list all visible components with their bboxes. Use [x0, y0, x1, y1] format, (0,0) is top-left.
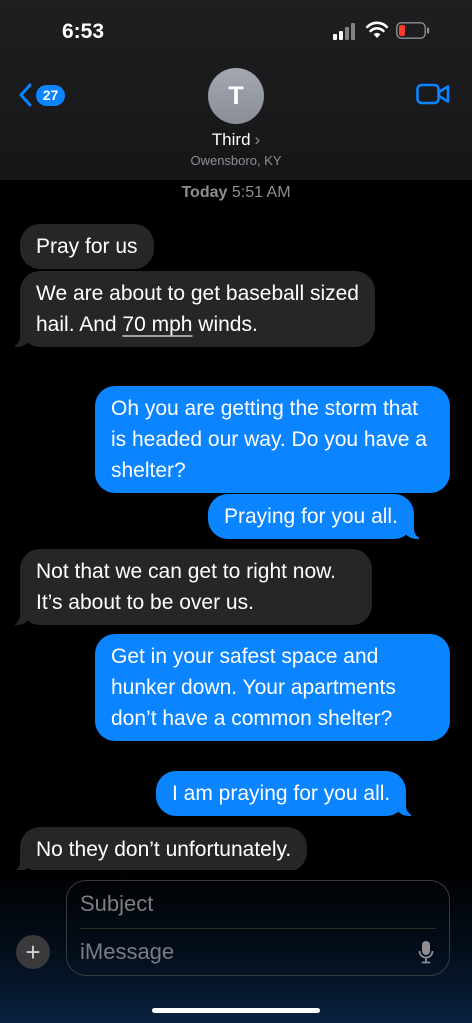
- contact-avatar[interactable]: T: [208, 68, 264, 124]
- message-text: No they don’t unfortunately.: [36, 838, 292, 861]
- outgoing-message[interactable]: Oh you are getting the storm that is hea…: [95, 386, 450, 493]
- wifi-icon: [365, 21, 389, 38]
- incoming-message[interactable]: No they don’t unfortunately.: [9, 827, 308, 872]
- outgoing-message[interactable]: I am praying for you all.: [156, 771, 417, 816]
- contact-name[interactable]: Third ›: [0, 130, 472, 150]
- message-text: winds.: [192, 313, 258, 336]
- battery-icon: [396, 22, 430, 39]
- message-text: Not that we can get to right now. It’s a…: [36, 560, 337, 614]
- timestamp-time: 5:51 AM: [231, 184, 291, 201]
- contact-location: Owensboro, KY: [190, 153, 282, 168]
- message-text: Oh you are getting the storm that is hea…: [111, 397, 427, 482]
- message-text: Get in your safest space and hunker down…: [111, 645, 396, 730]
- plus-button[interactable]: +: [16, 935, 50, 969]
- incoming-message[interactable]: We are about to get baseball sized hail.…: [10, 271, 375, 347]
- subject-input[interactable]: Subject: [80, 891, 153, 917]
- video-call-icon[interactable]: [416, 83, 450, 105]
- chevron-left-icon: [19, 83, 32, 107]
- message-timestamp: Today 5:51 AM: [0, 184, 472, 202]
- incoming-message[interactable]: Not that we can get to right now. It’s a…: [10, 549, 372, 625]
- outgoing-message[interactable]: Get in your safest space and hunker down…: [95, 634, 450, 741]
- back-button[interactable]: 27: [18, 78, 65, 112]
- chevron-right-icon: ›: [254, 130, 261, 149]
- status-time: 6:53: [62, 20, 105, 43]
- message-text: Praying for you all.: [224, 505, 398, 528]
- compose-divider: [80, 928, 436, 929]
- microphone-icon[interactable]: [418, 940, 434, 964]
- message-text: Pray for us: [36, 235, 138, 258]
- outgoing-message[interactable]: Praying for you all.: [208, 494, 424, 539]
- cellular-signal-icon: [333, 22, 359, 40]
- incoming-message[interactable]: Pray for us: [20, 224, 154, 269]
- timestamp-day: Today: [181, 184, 228, 201]
- message-input[interactable]: iMessage: [80, 939, 174, 965]
- unread-count-badge: 27: [36, 84, 65, 106]
- message-text: I am praying for you all.: [172, 782, 391, 805]
- contact-name-label: Third: [211, 130, 251, 149]
- plus-icon: +: [25, 936, 41, 967]
- home-indicator[interactable]: [152, 1008, 320, 1013]
- detected-data-link[interactable]: 70 mph: [122, 313, 192, 336]
- conversation-header: 6:53 27 T Third › Owensboro, KY: [0, 0, 472, 180]
